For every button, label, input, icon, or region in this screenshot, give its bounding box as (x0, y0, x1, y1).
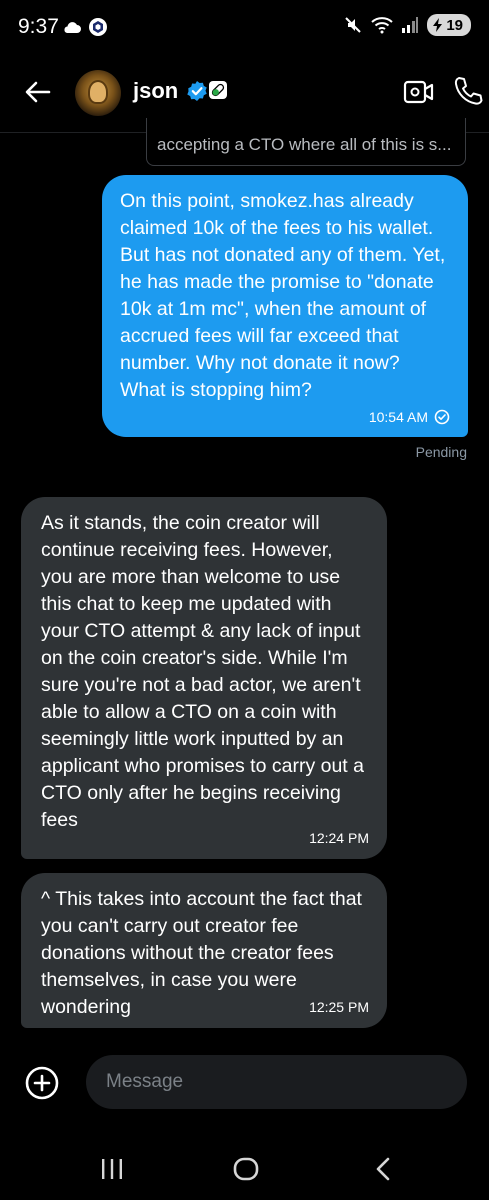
sent-message-bubble[interactable]: On this point, smokez.has already claime… (102, 175, 468, 437)
message-time: 10:54 AM (368, 409, 428, 425)
system-navigation-bar (0, 1140, 489, 1200)
battery-indicator: 19 (427, 14, 471, 36)
message-meta: 10:54 AM (369, 409, 450, 425)
phone-icon[interactable] (453, 75, 483, 107)
status-system-icons: 19 (343, 14, 471, 36)
status-notification-icons (62, 17, 108, 37)
battery-level: 19 (446, 16, 463, 34)
mute-icon (345, 17, 362, 33)
cloud-icon (64, 22, 81, 33)
quoted-message-text: accepting a CTO where all of this is s..… (157, 135, 452, 154)
message-text: On this point, smokez.has already claime… (120, 190, 446, 401)
message-time: 12:25 PM (309, 999, 369, 1015)
status-time: 9:37 (18, 15, 59, 38)
status-bar: 9:37 19 (0, 0, 489, 56)
sent-check-icon (434, 409, 450, 425)
message-status: Pending (415, 444, 467, 460)
charging-icon (433, 18, 443, 32)
message-time: 12:24 PM (309, 830, 369, 846)
recents-icon[interactable] (100, 1158, 124, 1180)
home-icon[interactable] (233, 1157, 259, 1181)
signal-icon (402, 17, 419, 33)
received-message-bubble[interactable]: As it stands, the coin creator will cont… (21, 497, 387, 859)
avatar[interactable] (75, 70, 121, 116)
add-attachment-icon[interactable] (24, 1065, 60, 1101)
verified-badge-icon (187, 81, 207, 101)
message-text: As it stands, the coin creator will cont… (41, 512, 364, 831)
back-arrow-icon[interactable] (22, 76, 54, 108)
nav-back-icon[interactable] (373, 1157, 393, 1181)
message-input[interactable] (86, 1055, 467, 1109)
received-message-bubble[interactable]: ^ This takes into account the fact that … (21, 873, 387, 1028)
video-call-icon[interactable] (403, 77, 435, 107)
wifi-icon (371, 17, 393, 34)
quoted-message-preview[interactable]: accepting a CTO where all of this is s..… (146, 118, 466, 166)
contact-name[interactable]: json (133, 78, 178, 104)
pill-badge-icon (209, 81, 227, 99)
crypto-app-icon (89, 18, 107, 36)
